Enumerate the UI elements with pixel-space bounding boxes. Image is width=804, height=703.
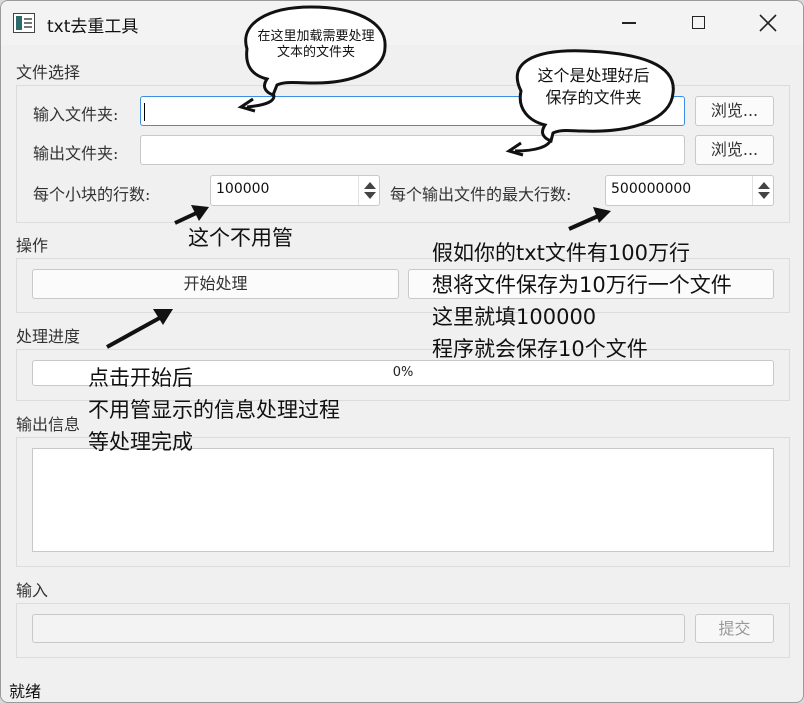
explain-line: 程序就会保存10个文件 bbox=[432, 337, 648, 361]
bubble-input-line: 文本的文件夹 bbox=[276, 45, 355, 60]
arrow-to-start-button bbox=[106, 313, 166, 349]
bubble-input-line: 在这里加载需要处理 bbox=[257, 29, 375, 44]
explain-line: 想将文件保存为10万行一个文件 bbox=[432, 273, 732, 297]
bubble-input-text: 在这里加载需要处理 文本的文件夹 bbox=[251, 29, 381, 61]
start-hint-line: 不用管显示的信息处理过程 bbox=[88, 398, 340, 422]
explain-line: 这里就填100000 bbox=[432, 305, 597, 329]
start-hint-line: 等处理完成 bbox=[88, 430, 193, 454]
bubble-output-text: 这个是处理好后 保存的文件夹 bbox=[521, 65, 666, 109]
app-window: txt去重工具 文件选择 输入文件夹: 浏览... 输出文件夹: 浏览... 每… bbox=[0, 0, 804, 703]
arrowhead-icon bbox=[505, 141, 524, 157]
annotation-ignore-chunk: 这个不用管 bbox=[188, 226, 293, 250]
arrowhead-icon bbox=[153, 309, 173, 325]
annotation-start-hint: 点击开始后 不用管显示的信息处理过程 等处理完成 bbox=[88, 362, 340, 458]
bubble-output-line: 保存的文件夹 bbox=[545, 88, 642, 107]
annotation-explain-lines: 假如你的txt文件有100万行 想将文件保存为10万行一个文件 这里就填1000… bbox=[432, 237, 732, 365]
bubble-output-line: 这个是处理好后 bbox=[537, 66, 650, 85]
explain-line: 假如你的txt文件有100万行 bbox=[432, 241, 690, 265]
start-hint-line: 点击开始后 bbox=[88, 366, 193, 390]
